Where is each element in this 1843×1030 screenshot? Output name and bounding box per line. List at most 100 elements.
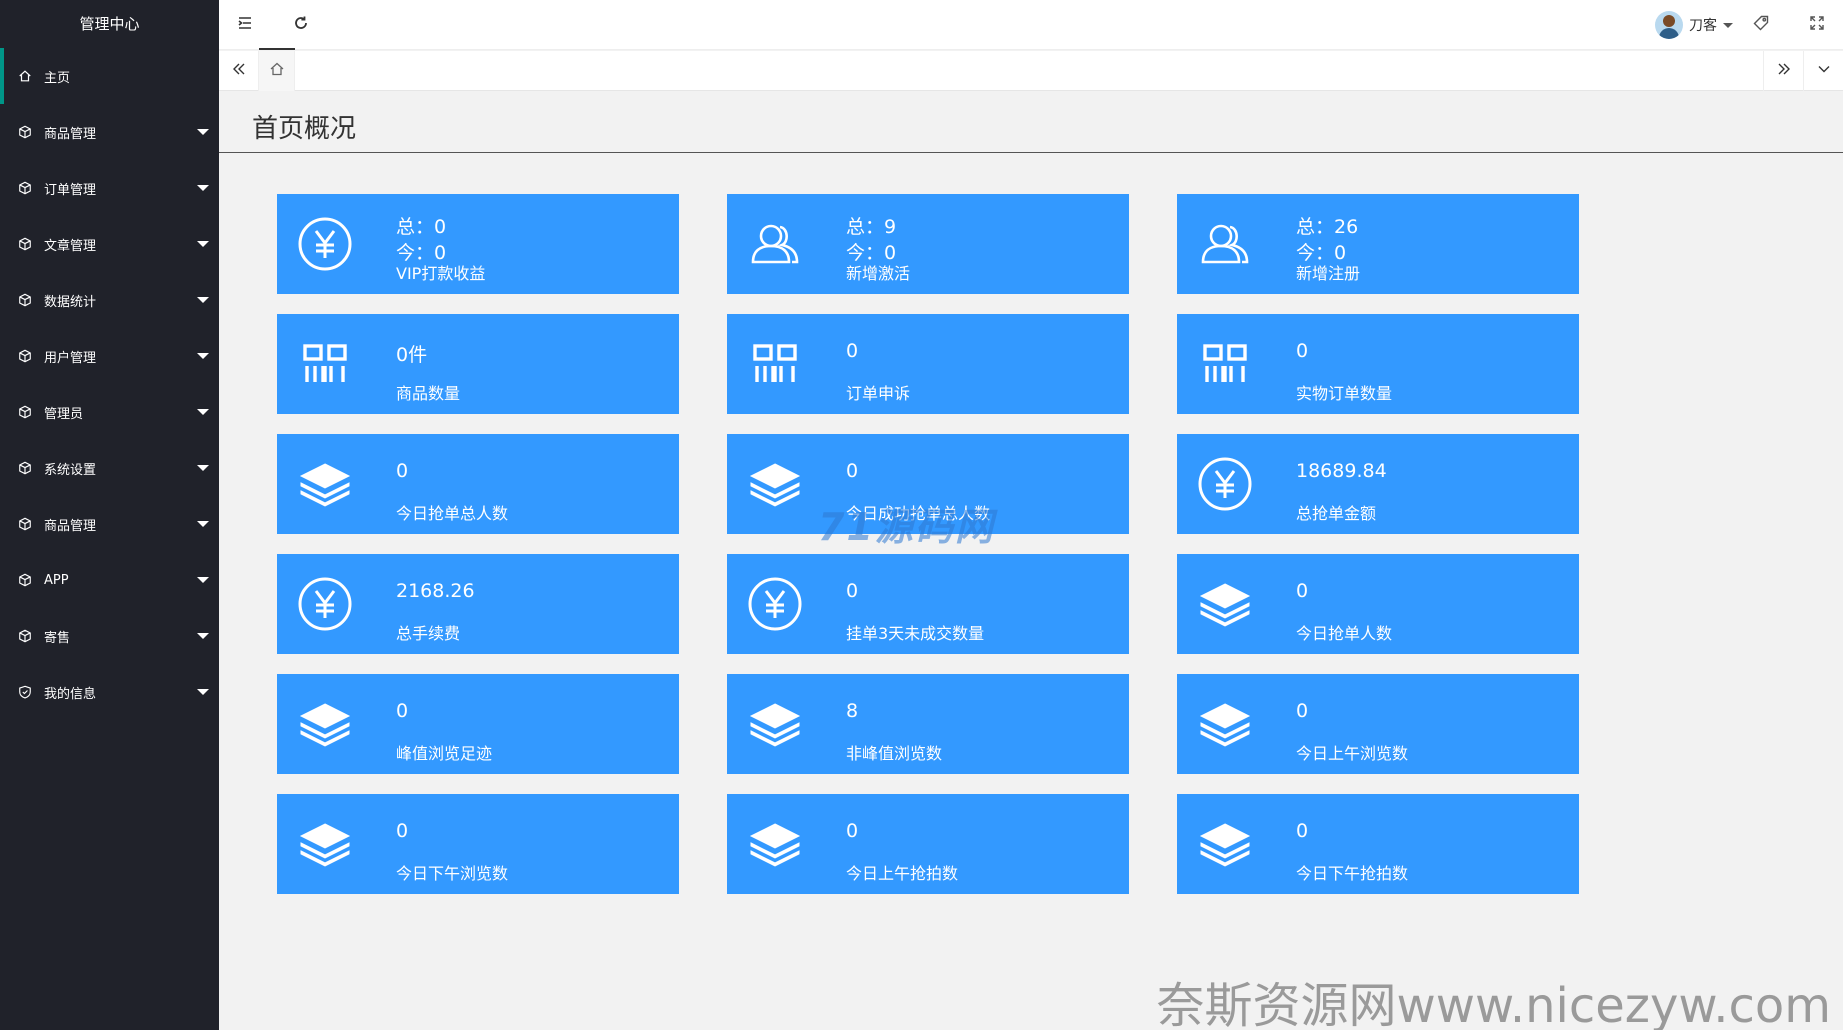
menu-fold-button[interactable] [219,0,295,50]
stat-card-product-count[interactable]: 0件 商品数量 [277,314,679,414]
chevron-down-icon [197,521,209,527]
stat-card-peak-views[interactable]: 0 峰值浏览足迹 [277,674,679,774]
stat-card-order-appeals[interactable]: 0 订单申诉 [727,314,1129,414]
stat-label: 今日抢单人数 [1296,624,1393,643]
stat-card-morning-views[interactable]: 0 今日上午浏览数 [1177,674,1579,774]
grid-icon [753,344,797,382]
sidebar-item-users[interactable]: 用户管理 [0,328,219,384]
fullscreen-button[interactable] [1791,0,1843,50]
tabs-bar [219,51,1843,91]
fullscreen-icon [1808,14,1826,36]
stat-card-today-grab-total[interactable]: 0 今日抢单总人数 [277,434,679,534]
stat-label: 今日上午抢拍数 [846,864,959,883]
stat-card-afternoon-views[interactable]: 0 今日下午浏览数 [277,794,679,894]
sidebar-item-label: 订单管理 [44,182,97,198]
stat-value: 0 [1296,700,1309,722]
stat-total: 总：26 [1296,216,1359,238]
chevron-down-icon [1723,22,1733,28]
sidebar-item-label: 数据统计 [44,294,97,310]
layers-icon [299,463,351,507]
yuan-icon [1198,457,1252,511]
stat-label: 今日下午抢拍数 [1296,864,1409,883]
sidebar-item-settings[interactable]: 系统设置 [0,440,219,496]
sidebar-item-statistics[interactable]: 数据统计 [0,272,219,328]
user-menu[interactable]: 刀客 [1655,0,1733,50]
cube-icon [18,629,32,643]
stat-card-total-grab-amount[interactable]: 18689.84 总抢单金额 [1177,434,1579,534]
stat-card-afternoon-grabs[interactable]: 0 今日下午抢拍数 [1177,794,1579,894]
layers-icon [1199,583,1251,627]
tabs-scroll-left-button[interactable] [219,51,259,91]
layers-icon [299,703,351,747]
stat-value: 0 [846,460,859,482]
chevron-down-icon [197,129,209,135]
sidebar-item-label: 管理员 [44,406,84,422]
stat-value: 2168.26 [396,580,475,602]
chevron-down-icon [197,409,209,415]
cube-icon [18,237,32,251]
sidebar-logo: 管理中心 [79,15,140,33]
chevron-down-icon [197,465,209,471]
avatar [1655,11,1683,39]
sidebar-item-orders[interactable]: 订单管理 [0,160,219,216]
chevron-down-icon [1816,61,1832,81]
yuan-icon [298,577,352,631]
stat-value: 0 [846,820,859,842]
sidebar-item-products[interactable]: 商品管理 [0,104,219,160]
chevron-down-icon [197,241,209,247]
grid-icon [303,344,347,382]
chevron-down-icon [197,633,209,639]
stat-value: 0件 [396,344,428,366]
layers-icon [749,463,801,507]
stat-card-new-registrations[interactable]: 总：26 今：0 新增注册 [1177,194,1579,294]
stat-value: 0 [396,700,409,722]
sidebar-item-label: 商品管理 [44,126,97,142]
stat-label: 总抢单金额 [1296,504,1377,523]
page-title: 首页概况 [252,114,357,144]
sidebar-item-my-info[interactable]: 我的信息 [0,664,219,720]
stat-value: 18689.84 [1296,460,1387,482]
stat-label: 非峰值浏览数 [846,744,943,763]
stat-card-morning-grabs[interactable]: 0 今日上午抢拍数 [727,794,1129,894]
stat-card-today-grab-users[interactable]: 0 今日抢单人数 [1177,554,1579,654]
refresh-button[interactable] [275,0,327,50]
stat-card-pending-3days[interactable]: 0 挂单3天未成交数量 [727,554,1129,654]
grid-icon [1203,344,1247,382]
sidebar-item-articles[interactable]: 文章管理 [0,216,219,272]
cube-icon [18,573,32,587]
stat-value: 0 [396,460,409,482]
sidebar-item-admins[interactable]: 管理员 [0,384,219,440]
stat-card-vip-income[interactable]: 总：0 今：0 VIP打款收益 [277,194,679,294]
stat-label: VIP打款收益 [396,264,486,283]
stat-total: 总：0 [396,216,447,238]
stat-value: 0 [396,820,409,842]
stat-card-new-activations[interactable]: 总：9 今：0 新增激活 [727,194,1129,294]
stat-card-total-fees[interactable]: 2168.26 总手续费 [277,554,679,654]
cube-icon [18,461,32,475]
divider [219,152,1843,153]
stat-label: 今日抢单总人数 [396,504,509,523]
cube-icon [18,293,32,307]
stat-value: 0 [846,340,859,362]
sidebar-item-consignment[interactable]: 寄售 [0,608,219,664]
double-chevron-right-icon [1776,61,1792,81]
sidebar-item-label: 文章管理 [44,238,97,254]
stat-value: 0 [1296,820,1309,842]
tabs-dropdown-button[interactable] [1803,51,1843,91]
tag-button[interactable] [1735,0,1787,50]
stat-card-physical-orders[interactable]: 0 实物订单数量 [1177,314,1579,414]
menu-fold-icon [236,14,254,36]
stat-card-offpeak-views[interactable]: 8 非峰值浏览数 [727,674,1129,774]
sidebar-item-app[interactable]: APP [0,552,219,608]
stat-value: 0 [846,580,859,602]
chevron-down-icon [197,297,209,303]
users-icon [1201,224,1249,264]
tab-home[interactable] [259,51,295,91]
cube-icon [18,349,32,363]
username: 刀客 [1689,18,1717,34]
home-icon [269,61,285,81]
refresh-icon [292,14,310,36]
tabs-scroll-right-button[interactable] [1763,51,1803,91]
sidebar-item-products-2[interactable]: 商品管理 [0,496,219,552]
sidebar-item-home[interactable]: 主页 [0,48,219,104]
